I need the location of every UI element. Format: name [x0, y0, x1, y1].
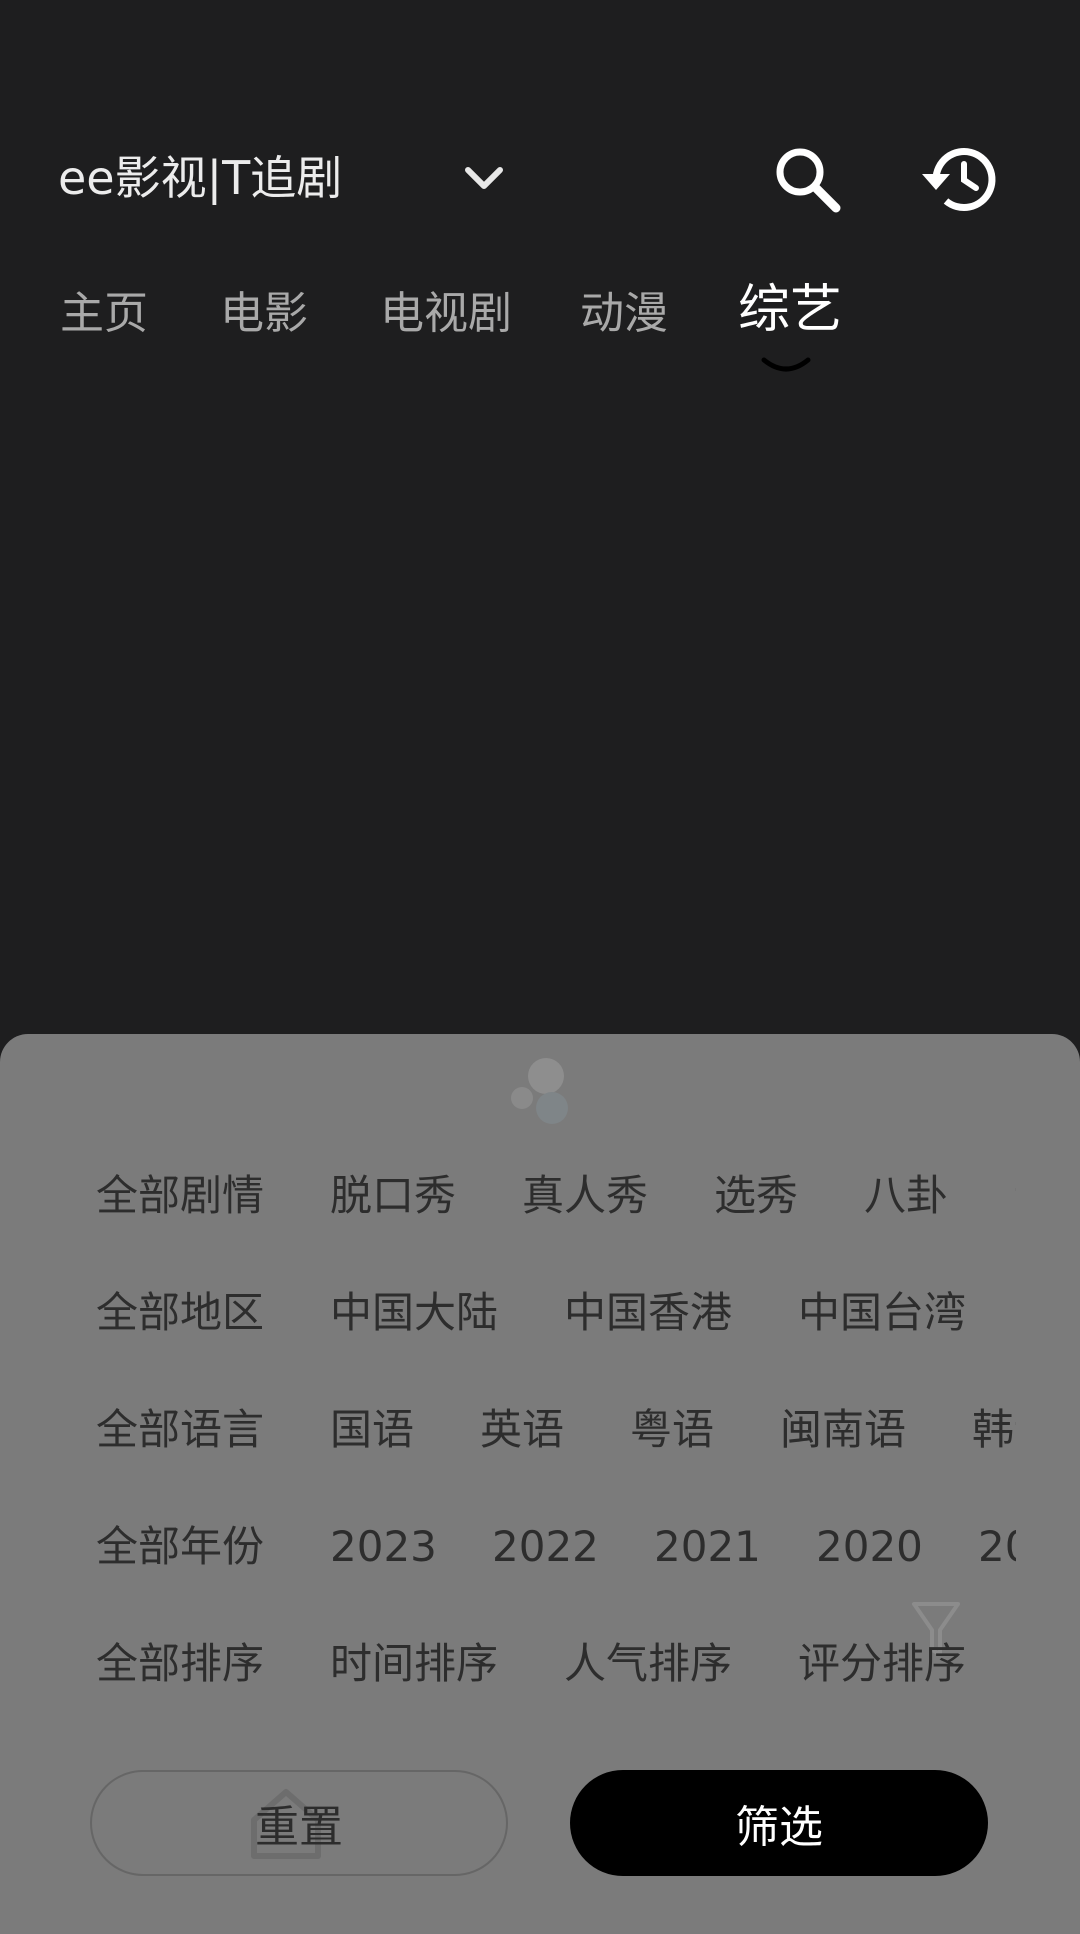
language-filter-row: 全部语言 国语 英语 粤语 闽南语 韩语	[96, 1400, 1016, 1460]
filter-chip[interactable]: 时间排序	[330, 1634, 498, 1694]
chevron-down-icon[interactable]	[460, 160, 508, 196]
tab-variety[interactable]: 综艺	[738, 278, 842, 342]
filter-chip[interactable]: 2021	[654, 1517, 761, 1577]
region-filter-row: 全部地区 中国大陆 中国香港 中国台湾	[96, 1283, 1016, 1343]
filter-chip[interactable]: 真人秀	[522, 1166, 648, 1226]
tab-movies[interactable]: 电影	[220, 282, 308, 346]
genre-filter-row: 全部剧情 脱口秀 真人秀 选秀 八卦 访谈	[96, 1166, 1016, 1226]
tab-tv-series[interactable]: 电视剧	[380, 282, 512, 346]
filter-chip[interactable]: 2019	[978, 1517, 1016, 1577]
top-bar: ee影视|T追剧	[0, 0, 1080, 260]
filter-chip[interactable]: 脱口秀	[330, 1166, 456, 1226]
filter-chip[interactable]: 评分排序	[798, 1634, 966, 1694]
filter-chip[interactable]: 全部语言	[96, 1400, 264, 1460]
filter-chip[interactable]: 2020	[816, 1517, 923, 1577]
category-tabs: 主页 电影 电视剧 动漫 综艺	[0, 280, 1080, 362]
tab-anime[interactable]: 动漫	[580, 282, 668, 346]
year-filter-row: 全部年份 2023 2022 2021 2020 2019	[96, 1517, 1016, 1577]
filter-chip[interactable]: 访谈	[1014, 1166, 1016, 1226]
history-icon[interactable]	[918, 144, 998, 214]
filter-chip[interactable]: 八卦	[864, 1166, 948, 1226]
filter-chip[interactable]: 中国台湾	[798, 1283, 966, 1343]
reset-button[interactable]: 重置	[90, 1770, 508, 1876]
filter-chip[interactable]: 国语	[330, 1400, 414, 1460]
source-selector-title[interactable]: ee影视|T追剧	[58, 146, 342, 210]
loading-dots-icon	[511, 1058, 568, 1124]
filter-button[interactable]: 筛选	[570, 1770, 988, 1876]
filter-chip[interactable]: 英语	[480, 1400, 564, 1460]
tab-home[interactable]: 主页	[60, 282, 148, 346]
filter-chip[interactable]: 韩语	[972, 1400, 1016, 1460]
filter-chip[interactable]: 全部剧情	[96, 1166, 264, 1226]
filter-chip[interactable]: 选秀	[714, 1166, 798, 1226]
search-icon[interactable]	[772, 144, 842, 214]
filter-chip[interactable]: 全部排序	[96, 1634, 264, 1694]
filter-chip[interactable]: 全部地区	[96, 1283, 264, 1343]
filter-chip[interactable]: 粤语	[630, 1400, 714, 1460]
filter-chip[interactable]: 中国大陆	[330, 1283, 498, 1343]
filter-chip[interactable]: 闽南语	[780, 1400, 906, 1460]
filter-chip[interactable]: 全部年份	[96, 1517, 264, 1577]
filter-chip[interactable]: 2023	[330, 1517, 437, 1577]
active-tab-indicator	[761, 357, 811, 372]
filter-chip[interactable]: 人气排序	[564, 1634, 732, 1694]
filter-chip[interactable]: 2022	[492, 1517, 599, 1577]
sort-filter-row: 全部排序 时间排序 人气排序 评分排序	[96, 1634, 1016, 1694]
filter-chip[interactable]: 中国香港	[564, 1283, 732, 1343]
